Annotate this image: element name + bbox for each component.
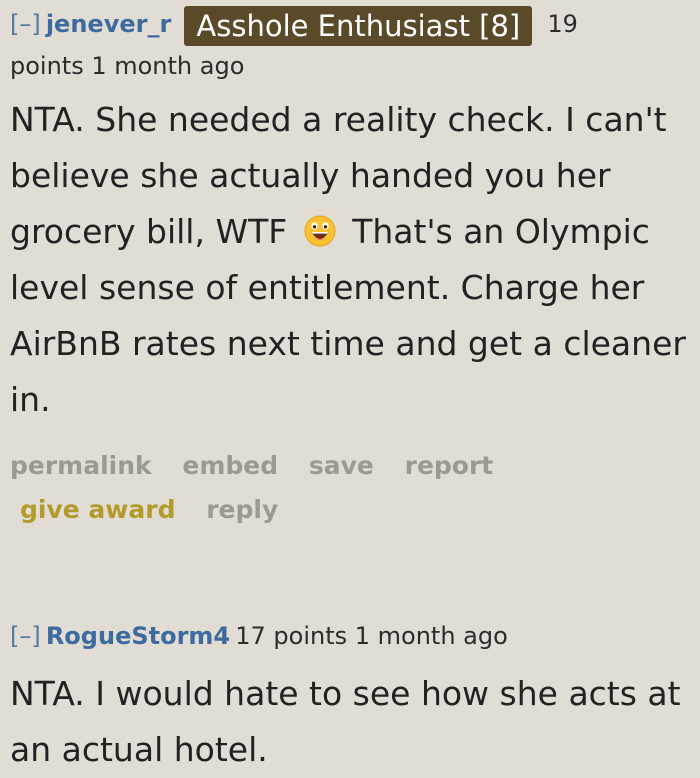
- comment-buttons: permalink embed save report give award r…: [10, 444, 690, 532]
- user-flair: Asshole Enthusiast [8]: [184, 6, 533, 46]
- comment-roguestorm4: [–] RogueStorm4 17 points 1 month ago NT…: [10, 616, 690, 778]
- author-link[interactable]: jenever_r: [46, 10, 171, 38]
- comment-body: NTA. She needed a reality check. I can't…: [10, 92, 690, 428]
- comment-tagline: [–] jenever_r Asshole Enthusiast [8] 19 …: [10, 4, 690, 86]
- author-link[interactable]: RogueStorm4: [46, 622, 230, 650]
- report-button[interactable]: report: [405, 451, 494, 480]
- comment-body: NTA. I would hate to see how she acts at…: [10, 674, 681, 769]
- save-button[interactable]: save: [309, 451, 374, 480]
- collapse-toggle[interactable]: [–]: [10, 10, 41, 38]
- collapse-toggle[interactable]: [–]: [10, 622, 41, 650]
- reply-button[interactable]: reply: [206, 495, 278, 524]
- comment-tagline: [–] RogueStorm4 17 points 1 month ago: [10, 616, 690, 658]
- permalink-button[interactable]: permalink: [10, 451, 152, 480]
- comment-meta: points 1 month ago: [10, 52, 245, 80]
- score: 19: [547, 10, 578, 38]
- give-award-button[interactable]: give award: [20, 495, 175, 524]
- embed-button[interactable]: embed: [182, 451, 278, 480]
- comment-jenever-r: [–] jenever_r Asshole Enthusiast [8] 19 …: [10, 4, 690, 532]
- comment-meta: 17 points 1 month ago: [235, 622, 508, 650]
- grinning-face-icon: [304, 215, 336, 247]
